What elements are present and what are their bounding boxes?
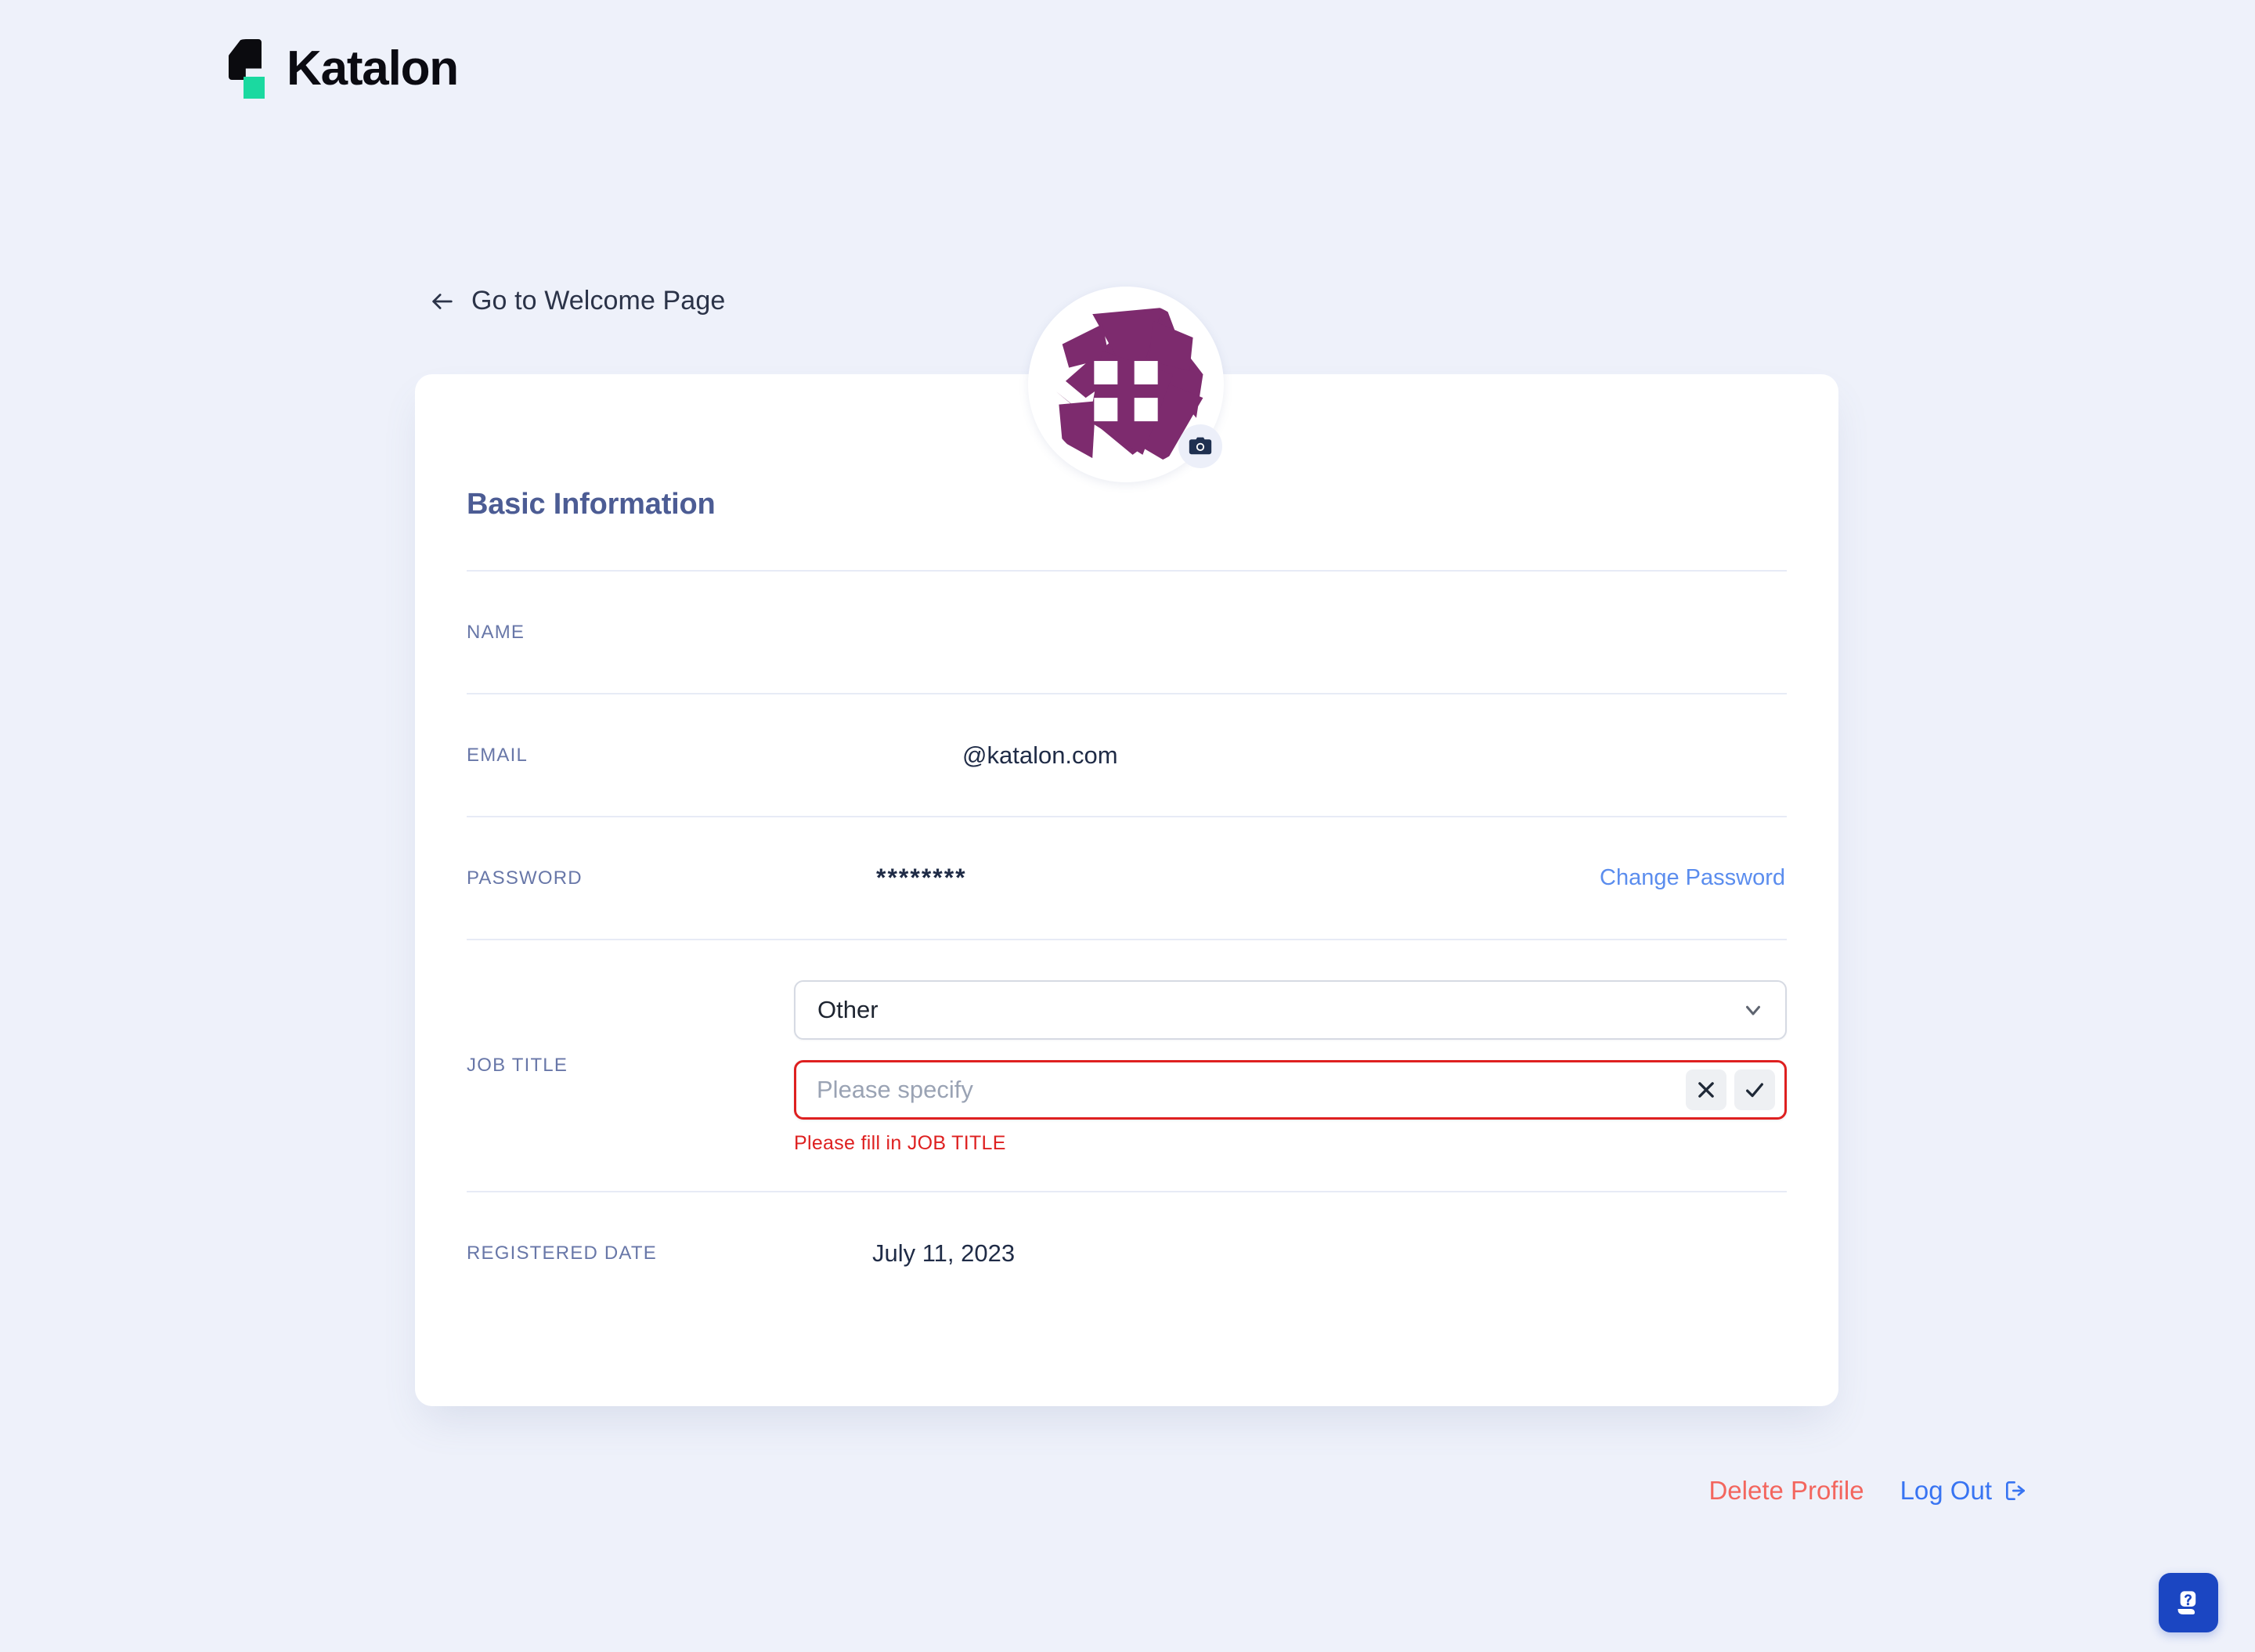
job-title-specify-input[interactable]	[817, 1062, 1686, 1117]
help-chat-button[interactable]	[2159, 1573, 2218, 1632]
registered-date-label: REGISTERED DATE	[467, 1242, 657, 1264]
row-email: EMAIL @katalon.com	[467, 694, 1787, 816]
job-title-inline-buttons	[1686, 1069, 1775, 1110]
change-avatar-button[interactable]	[1178, 424, 1222, 468]
row-job-title: JOB TITLE Other Please specify Please fi…	[467, 940, 1787, 1191]
password-masked-value: ********	[876, 864, 967, 892]
help-question-chat-icon	[2170, 1585, 2206, 1621]
logo-green-square	[244, 77, 265, 99]
job-title-error-message: Please fill in JOB TITLE	[794, 1131, 1006, 1154]
arrow-left-icon	[429, 288, 456, 315]
job-title-label: JOB TITLE	[467, 1055, 568, 1076]
go-to-welcome-page-label: Go to Welcome Page	[471, 286, 726, 316]
confirm-button[interactable]	[1734, 1069, 1775, 1110]
camera-icon	[1187, 433, 1214, 460]
job-title-select-value: Other	[817, 995, 879, 1023]
name-label: NAME	[467, 621, 525, 643]
footer-actions: Delete Profile Log Out	[1708, 1476, 2028, 1506]
check-icon	[1744, 1079, 1766, 1101]
email-label: EMAIL	[467, 744, 529, 766]
log-out-link[interactable]: Log Out	[1900, 1476, 2028, 1506]
delete-profile-link[interactable]: Delete Profile	[1708, 1476, 1864, 1506]
row-password: PASSWORD ******** Change Password	[467, 817, 1787, 939]
chevron-down-icon	[1741, 998, 1765, 1022]
row-name: NAME	[467, 572, 1787, 693]
katalon-leaf-logo-icon	[229, 39, 265, 99]
job-title-select[interactable]: Other	[794, 979, 1787, 1040]
logo-leaf-shape	[229, 39, 262, 80]
go-to-welcome-page-link[interactable]: Go to Welcome Page	[429, 286, 725, 316]
password-label: PASSWORD	[467, 867, 583, 889]
brand-logo[interactable]: Katalon	[229, 39, 459, 99]
job-title-fields: Other Please specify Please fill in JOB …	[794, 977, 1787, 1155]
close-icon	[1695, 1079, 1717, 1101]
logout-icon	[2003, 1478, 2028, 1503]
row-registered-date: REGISTERED DATE July 11, 2023	[467, 1192, 1787, 1314]
job-title-specify-field	[794, 1059, 1787, 1120]
change-password-link[interactable]: Change Password	[1600, 865, 1787, 891]
profile-card-content: Basic Information NAME EMAIL @katalon.co…	[467, 374, 1787, 1314]
password-value-wrap: ********	[794, 864, 1600, 893]
cancel-button[interactable]	[1686, 1069, 1726, 1110]
brand-name: Katalon	[287, 41, 459, 96]
email-value: @katalon.com	[962, 741, 1118, 769]
profile-card: Basic Information NAME EMAIL @katalon.co…	[415, 374, 1838, 1406]
registered-date-value: July 11, 2023	[872, 1239, 1016, 1267]
log-out-label: Log Out	[1900, 1476, 1992, 1505]
avatar[interactable]	[1028, 287, 1224, 482]
